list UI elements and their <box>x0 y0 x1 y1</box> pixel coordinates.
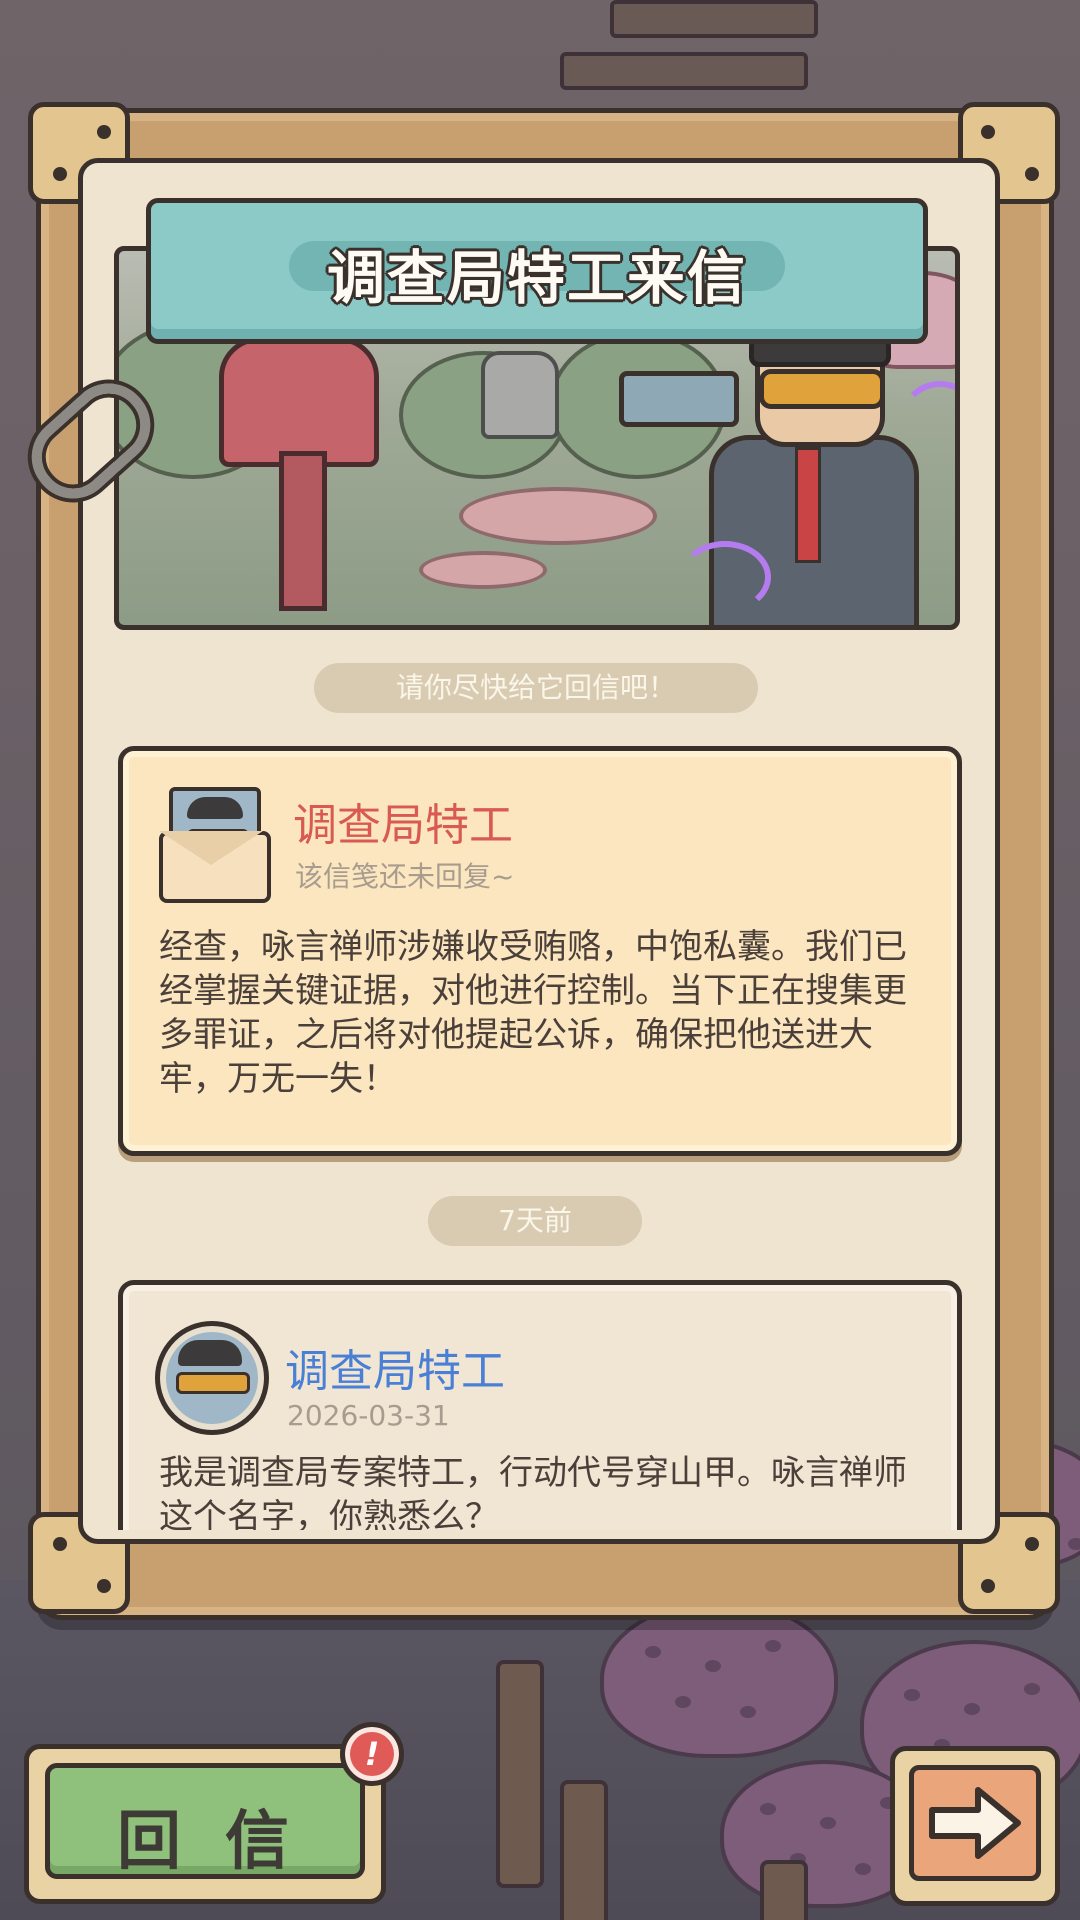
reply-button-label: 回信 <box>117 1805 333 1879</box>
letter-date: 2026-03-31 <box>287 1399 450 1432</box>
next-button[interactable] <box>890 1746 1060 1906</box>
agent-avatar-icon <box>155 1321 269 1435</box>
notification-badge: ! <box>340 1722 404 1786</box>
sender-name: 调查局特工 <box>285 1346 505 1397</box>
letter-card[interactable]: 调查局特工 2026-03-31 我是调查局专案特工，行动代号穿山甲。咏言禅师这… <box>118 1280 962 1530</box>
reply-button[interactable]: 回信 <box>24 1744 386 1904</box>
letter-scroll-area[interactable]: 调查局特工 2026-03-31 我是调查局专案特工，行动代号穿山甲。咏言禅师这… <box>0 0 1080 1530</box>
mushroom <box>600 1600 838 1758</box>
arrow-right-icon <box>929 1787 1021 1859</box>
letter-body: 我是调查局专案特工，行动代号穿山甲。咏言禅师这个名字，你熟悉么？ <box>159 1453 907 1530</box>
